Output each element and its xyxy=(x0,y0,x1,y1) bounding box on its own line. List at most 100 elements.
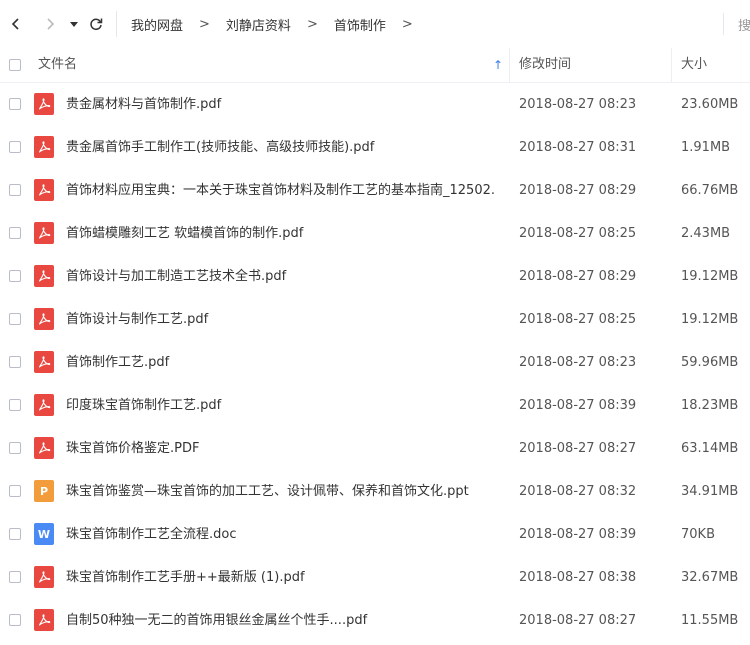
pdf-file-icon xyxy=(34,136,54,158)
file-modified-time: 2018-08-27 08:27 xyxy=(519,441,637,456)
file-size: 1.91MB xyxy=(681,140,731,155)
table-row[interactable]: 自制50种独一无二的首饰用银丝金属丝个性手....pdf 2018-08-27 0… xyxy=(0,599,750,642)
file-modified-time: 2018-08-27 08:29 xyxy=(519,269,637,284)
file-name[interactable]: 贵金属材料与首饰制作.pdf xyxy=(66,83,496,126)
row-checkbox[interactable] xyxy=(9,98,21,110)
file-list-header: 文件名 ↑ 修改时间 大小 xyxy=(0,48,750,83)
file-modified-time: 2018-08-27 08:23 xyxy=(519,355,637,370)
table-row[interactable]: 珠宝首饰价格鉴定.PDF 2018-08-27 08:27 63.14MB xyxy=(0,427,750,470)
file-size: 18.23MB xyxy=(681,398,739,413)
table-row[interactable]: 首饰材料应用宝典：一本关于珠宝首饰材料及制作工艺的基本指南_12502... 20… xyxy=(0,169,750,212)
file-name[interactable]: 贵金属首饰手工制作工(技师技能、高级技师技能).pdf xyxy=(66,126,496,169)
breadcrumb-item-my-drive[interactable]: 我的网盘 xyxy=(129,15,185,34)
navigation-bar: 我的网盘 > 刘静店资料 > 首饰制作 > 搜 xyxy=(0,0,750,49)
file-modified-time: 2018-08-27 08:23 xyxy=(519,97,637,112)
row-checkbox[interactable] xyxy=(9,614,21,626)
column-divider xyxy=(509,48,510,82)
table-row[interactable]: 首饰制作工艺.pdf 2018-08-27 08:23 59.96MB xyxy=(0,341,750,384)
table-row[interactable]: W 珠宝首饰制作工艺全流程.doc 2018-08-27 08:39 70KB xyxy=(0,513,750,556)
chevron-right-icon xyxy=(47,18,55,30)
doc-file-icon: W xyxy=(34,523,54,545)
pdf-file-icon xyxy=(34,308,54,330)
table-row[interactable]: 首饰设计与加工制造工艺技术全书.pdf 2018-08-27 08:29 19.12… xyxy=(0,255,750,298)
row-checkbox[interactable] xyxy=(9,356,21,368)
file-list: 贵金属材料与首饰制作.pdf 2018-08-27 08:23 23.60MB 贵金属… xyxy=(0,83,750,642)
file-name[interactable]: 珠宝首饰价格鉴定.PDF xyxy=(66,427,496,470)
checkbox-box xyxy=(9,59,21,71)
row-checkbox[interactable] xyxy=(9,270,21,282)
breadcrumb-separator: > xyxy=(401,16,413,32)
file-name[interactable]: 首饰蜡模雕刻工艺 软蜡模首饰的制作.pdf xyxy=(66,212,496,255)
row-checkbox[interactable] xyxy=(9,485,21,497)
breadcrumb-separator: > xyxy=(306,16,318,32)
file-size: 19.12MB xyxy=(681,269,739,284)
forward-button[interactable] xyxy=(36,10,64,38)
pdf-file-icon xyxy=(34,179,54,201)
file-size: 34.91MB xyxy=(681,484,739,499)
column-header-name[interactable]: 文件名 xyxy=(38,48,77,82)
row-checkbox[interactable] xyxy=(9,227,21,239)
pdf-file-icon xyxy=(34,93,54,115)
file-size: 66.76MB xyxy=(681,183,739,198)
file-size: 11.55MB xyxy=(681,613,739,628)
row-checkbox[interactable] xyxy=(9,528,21,540)
history-dropdown-button[interactable] xyxy=(66,10,82,38)
column-header-modified[interactable]: 修改时间 xyxy=(519,48,571,82)
file-modified-time: 2018-08-27 08:29 xyxy=(519,183,637,198)
file-modified-time: 2018-08-27 08:25 xyxy=(519,226,637,241)
search-area: 搜 xyxy=(723,10,750,38)
breadcrumb-item-folder[interactable]: 刘静店资料 xyxy=(224,15,293,34)
breadcrumb-item-current[interactable]: 首饰制作 xyxy=(332,15,388,34)
file-modified-time: 2018-08-27 08:39 xyxy=(519,398,637,413)
file-modified-time: 2018-08-27 08:32 xyxy=(519,484,637,499)
file-modified-time: 2018-08-27 08:27 xyxy=(519,613,637,628)
file-modified-time: 2018-08-27 08:25 xyxy=(519,312,637,327)
divider xyxy=(723,13,724,35)
file-size: 63.14MB xyxy=(681,441,739,456)
column-header-size[interactable]: 大小 xyxy=(681,48,707,82)
pdf-file-icon xyxy=(34,351,54,373)
file-name[interactable]: 珠宝首饰制作工艺手册++最新版 (1).pdf xyxy=(66,556,496,599)
file-name[interactable]: 首饰设计与制作工艺.pdf xyxy=(66,298,496,341)
pdf-file-icon xyxy=(34,394,54,416)
table-row[interactable]: P 珠宝首饰鉴赏—珠宝首饰的加工工艺、设计佩带、保养和首饰文化.ppt 2018-0… xyxy=(0,470,750,513)
ppt-file-icon: P xyxy=(34,480,54,502)
row-checkbox[interactable] xyxy=(9,571,21,583)
pdf-file-icon xyxy=(34,609,54,631)
table-row[interactable]: 首饰设计与制作工艺.pdf 2018-08-27 08:25 19.12MB xyxy=(0,298,750,341)
table-row[interactable]: 珠宝首饰制作工艺手册++最新版 (1).pdf 2018-08-27 08:38 3… xyxy=(0,556,750,599)
search-input[interactable]: 搜 xyxy=(738,15,750,34)
row-checkbox[interactable] xyxy=(9,399,21,411)
file-name[interactable]: 自制50种独一无二的首饰用银丝金属丝个性手....pdf xyxy=(66,599,496,642)
pdf-file-icon xyxy=(34,265,54,287)
table-row[interactable]: 贵金属首饰手工制作工(技师技能、高级技师技能).pdf 2018-08-27 08… xyxy=(0,126,750,169)
file-name[interactable]: 珠宝首饰制作工艺全流程.doc xyxy=(66,513,496,556)
file-name[interactable]: 首饰设计与加工制造工艺技术全书.pdf xyxy=(66,255,496,298)
file-name[interactable]: 首饰材料应用宝典：一本关于珠宝首饰材料及制作工艺的基本指南_12502... xyxy=(66,169,496,212)
back-button[interactable] xyxy=(2,10,30,38)
file-size: 70KB xyxy=(681,527,715,542)
file-name[interactable]: 首饰制作工艺.pdf xyxy=(66,341,496,384)
file-size: 59.96MB xyxy=(681,355,739,370)
row-checkbox[interactable] xyxy=(9,442,21,454)
chevron-left-icon xyxy=(11,18,19,30)
caret-down-icon xyxy=(70,22,78,27)
column-divider xyxy=(671,48,672,82)
file-name[interactable]: 印度珠宝首饰制作工艺.pdf xyxy=(66,384,496,427)
breadcrumb: 我的网盘 > 刘静店资料 > 首饰制作 > xyxy=(116,11,427,37)
table-row[interactable]: 首饰蜡模雕刻工艺 软蜡模首饰的制作.pdf 2018-08-27 08:25 2.4… xyxy=(0,212,750,255)
file-name[interactable]: 珠宝首饰鉴赏—珠宝首饰的加工工艺、设计佩带、保养和首饰文化.ppt xyxy=(66,470,496,513)
file-modified-time: 2018-08-27 08:39 xyxy=(519,527,637,542)
row-checkbox[interactable] xyxy=(9,141,21,153)
row-checkbox[interactable] xyxy=(9,313,21,325)
select-all-checkbox[interactable] xyxy=(9,59,21,71)
table-row[interactable]: 贵金属材料与首饰制作.pdf 2018-08-27 08:23 23.60MB xyxy=(0,83,750,126)
file-modified-time: 2018-08-27 08:31 xyxy=(519,140,637,155)
file-modified-time: 2018-08-27 08:38 xyxy=(519,570,637,585)
pdf-file-icon xyxy=(34,222,54,244)
refresh-icon xyxy=(90,18,103,31)
refresh-button[interactable] xyxy=(84,10,108,38)
sort-ascending-icon[interactable]: ↑ xyxy=(493,48,503,82)
row-checkbox[interactable] xyxy=(9,184,21,196)
table-row[interactable]: 印度珠宝首饰制作工艺.pdf 2018-08-27 08:39 18.23MB xyxy=(0,384,750,427)
